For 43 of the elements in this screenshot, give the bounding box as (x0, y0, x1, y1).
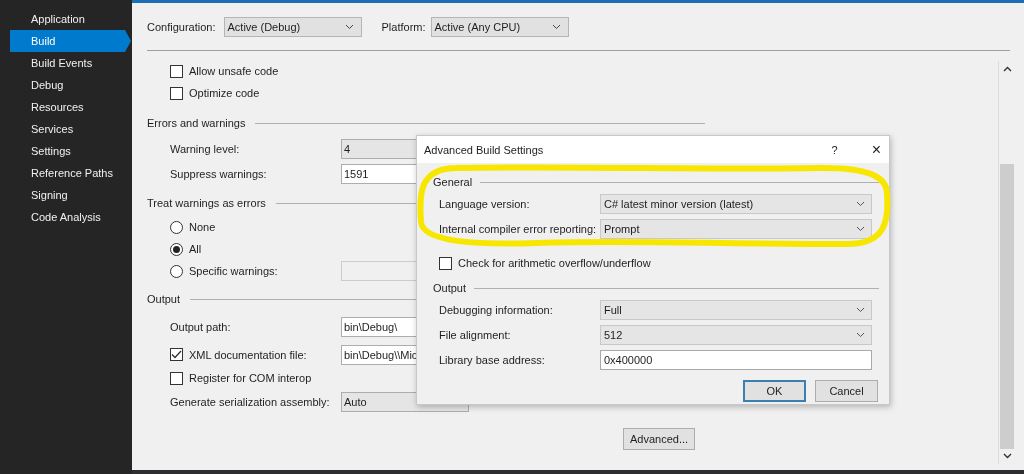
sidebar-item[interactable]: Services (10, 118, 125, 140)
field-label: Warning level: (170, 142, 241, 155)
input-field[interactable]: 0x400000 (600, 349, 872, 370)
checkbox-label: Register for COM interop (189, 372, 312, 384)
field-label: Internal compiler error reporting: (439, 222, 598, 235)
sidebar-item[interactable]: Debug (10, 74, 125, 96)
close-button[interactable]: × (871, 140, 881, 159)
configuration-label: Configuration: (147, 20, 216, 33)
checkbox-label: Check for arithmetic overflow/underflow (458, 257, 651, 269)
platform-label: Platform: (381, 20, 426, 33)
radio-label: All (189, 243, 202, 255)
radio-label: None (189, 221, 216, 233)
ok-button[interactable]: OK (743, 380, 806, 402)
field-label: Debugging information: (439, 303, 554, 316)
sidebar-item[interactable]: Build Events (10, 52, 125, 74)
section-title: Treat warnings as errors (147, 197, 266, 209)
checkbox-label: Optimize code (189, 87, 260, 99)
field-label: Generate serialization assembly: (170, 395, 331, 408)
advanced-button[interactable]: Advanced... (623, 428, 696, 450)
field-label: Language version: (439, 197, 531, 210)
field-label: Output path: (170, 321, 232, 333)
checkbox-label: XML documentation file: (189, 348, 307, 361)
dropdown[interactable]: 512 (600, 324, 872, 345)
dropdown[interactable]: Full (600, 299, 872, 320)
help-button[interactable]: ? (831, 143, 838, 156)
dropdown[interactable]: C# latest minor version (latest) (600, 193, 872, 214)
radio-label: Specific warnings: (189, 265, 278, 277)
checkbox-label: Allow unsafe code (189, 65, 279, 77)
sidebar-item[interactable]: Code Analysis (10, 206, 125, 228)
dropdown[interactable]: Prompt (600, 218, 872, 239)
sidebar-item[interactable]: Resources (10, 96, 125, 118)
sidebar-item[interactable]: Reference Paths (10, 162, 125, 184)
section-title: Output (147, 293, 181, 305)
sidebar-item[interactable]: Application (10, 8, 125, 30)
sidebar-item[interactable]: Signing (10, 184, 125, 206)
platform-dropdown[interactable]: Active (Any CPU) (430, 16, 569, 37)
sidebar-item[interactable]: Settings (10, 140, 125, 162)
field-label: Suppress warnings: (170, 167, 268, 180)
section-title: Errors and warnings (147, 117, 246, 129)
cancel-button[interactable]: Cancel (815, 380, 878, 402)
configuration-dropdown[interactable]: Active (Debug) (223, 16, 362, 37)
sidebar-item[interactable]: Build (10, 30, 131, 52)
section-title: Output (433, 282, 467, 294)
